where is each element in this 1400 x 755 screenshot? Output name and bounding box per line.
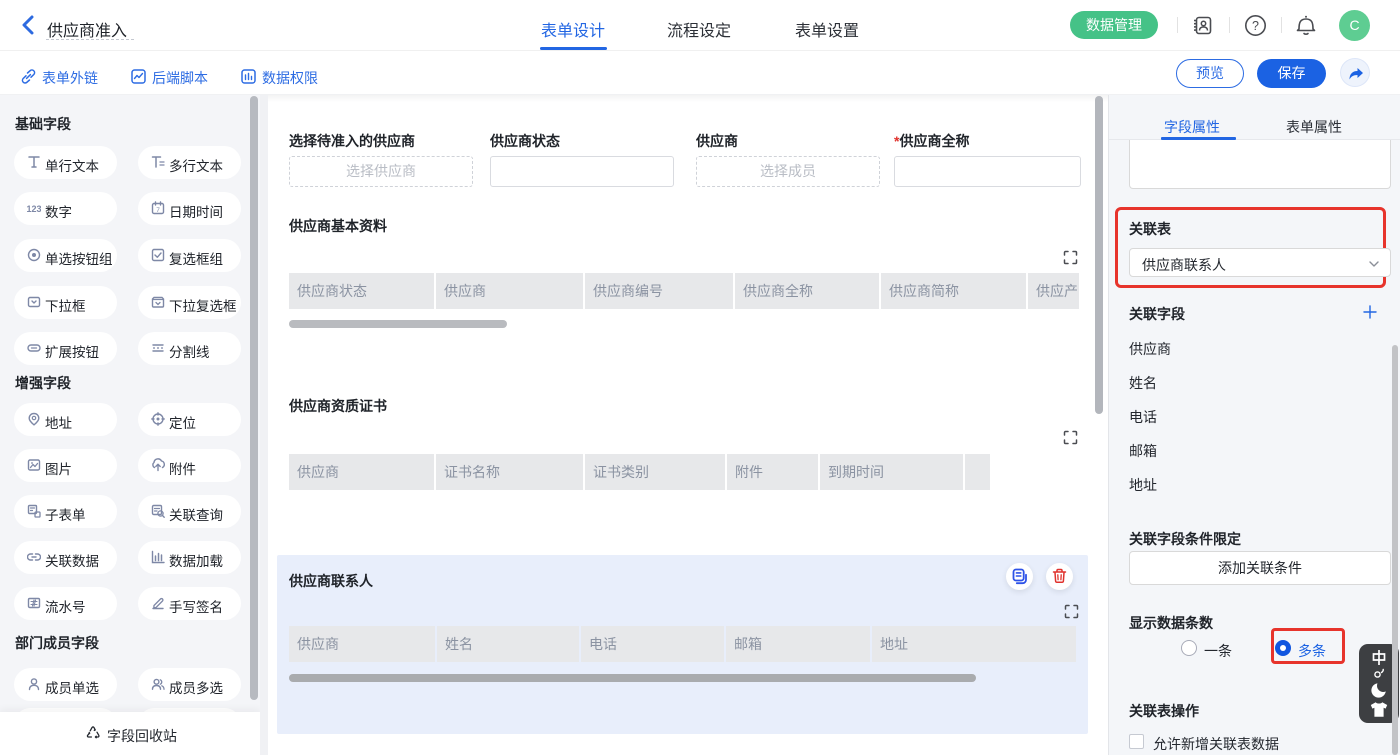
svg-text:?: ?: [1252, 19, 1259, 33]
svg-text:7: 7: [156, 207, 160, 214]
svg-text:123: 123: [27, 204, 41, 214]
